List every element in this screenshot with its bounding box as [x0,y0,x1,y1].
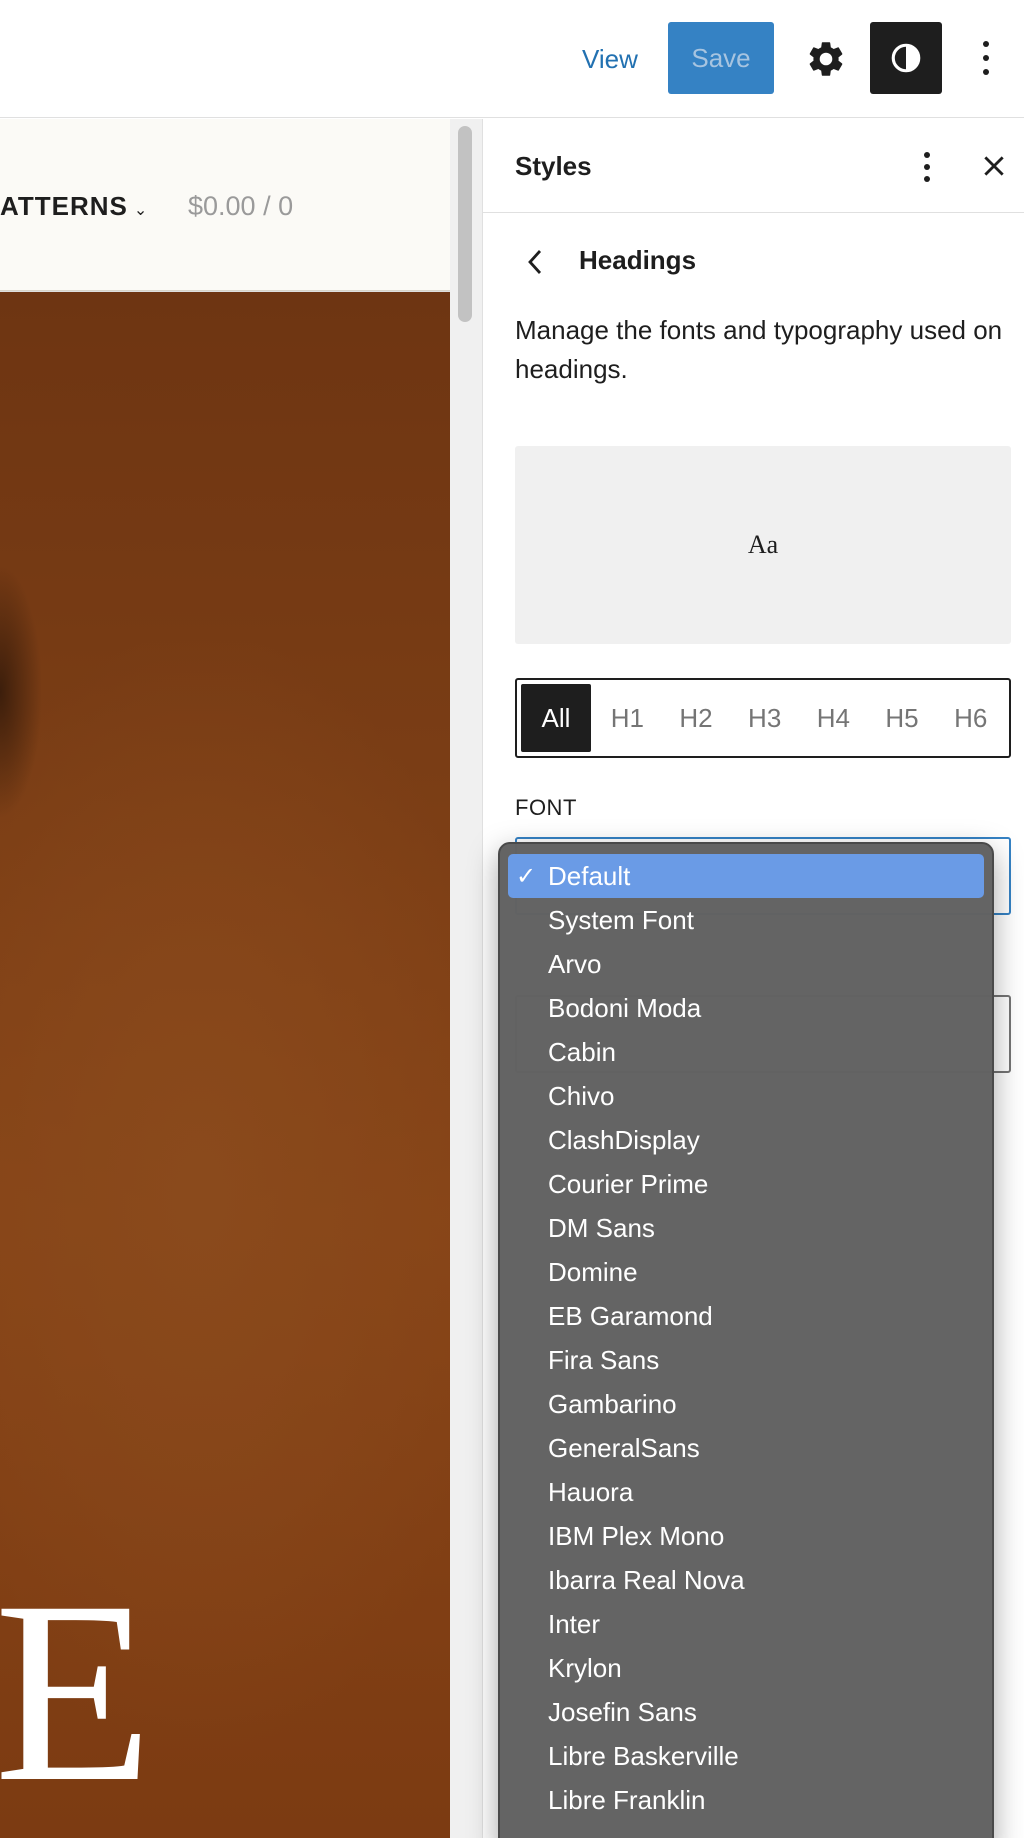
font-option[interactable]: GeneralSans [508,1426,984,1470]
level-all[interactable]: All [521,684,591,752]
hero-heading: E [0,1548,153,1836]
font-dropdown-menu: ✓ Default System Font Arvo Bodoni Moda Ca… [498,842,994,1838]
font-option[interactable]: EB Garamond [508,1294,984,1338]
font-option[interactable]: Josefin Sans [508,1690,984,1734]
font-option[interactable]: Domine [508,1250,984,1294]
level-h5[interactable]: H5 [868,684,937,752]
font-option[interactable]: Fira Sans [508,1338,984,1382]
editor-canvas[interactable]: ATTERNS ⌄ $0.00 / 0 E [0,119,450,1838]
font-option[interactable]: IBM Plex Mono [508,1514,984,1558]
option-label: Default [548,860,631,891]
sidebar-header: Styles [483,119,1024,213]
contrast-icon [891,43,921,73]
font-option[interactable]: Courier Prime [508,1162,984,1206]
font-label: FONT [515,795,577,820]
level-h3[interactable]: H3 [730,684,799,752]
nav-item-patterns[interactable]: ATTERNS ⌄ [0,191,148,222]
more-vertical-icon[interactable] [980,36,992,80]
font-option[interactable]: Hauora [508,1470,984,1514]
hero-image: E [0,292,450,1838]
level-h2[interactable]: H2 [662,684,731,752]
font-option[interactable]: DM Sans [508,1206,984,1250]
font-option[interactable]: Gambarino [508,1382,984,1426]
font-option[interactable]: Ibarra Real Nova [508,1558,984,1602]
styles-toggle-button[interactable] [870,22,942,94]
level-h4[interactable]: H4 [799,684,868,752]
site-header: ATTERNS ⌄ $0.00 / 0 [0,119,450,291]
level-h1[interactable]: H1 [593,684,662,752]
font-option[interactable]: Inter [508,1602,984,1646]
chevron-down-icon: ⌄ [133,202,149,219]
font-option[interactable]: Chivo [508,1074,984,1118]
sidebar-title: Styles [515,151,592,181]
font-option[interactable]: ClashDisplay [508,1118,984,1162]
font-option[interactable]: Libre Franklin [508,1778,984,1822]
check-icon: ✓ [516,863,537,890]
chevron-left-icon[interactable] [523,247,547,277]
heading-level-toggle: All H1 H2 H3 H4 H5 H6 [515,678,1011,758]
level-h6[interactable]: H6 [936,684,1005,752]
font-option[interactable]: Cabin [508,1030,984,1074]
editor-top-bar: View Save [0,0,1024,118]
scrollbar-thumb[interactable] [458,126,472,322]
canvas-scrollbar[interactable] [450,119,482,1838]
font-option[interactable]: ✓ Default [508,854,984,898]
close-icon[interactable] [981,153,1007,179]
more-vertical-icon[interactable] [921,149,933,185]
font-option[interactable]: Krylon [508,1646,984,1690]
font-option[interactable]: Libre Baskerville [508,1734,984,1778]
font-option[interactable]: Arvo [508,942,984,986]
font-option[interactable]: System Font [508,898,984,942]
typography-preview: Aa [515,446,1011,644]
font-option[interactable]: Bodoni Moda [508,986,984,1030]
nav-item-label: ATTERNS [0,191,128,221]
gear-icon[interactable] [805,38,847,80]
cart-summary[interactable]: $0.00 / 0 [188,191,293,222]
section-description: Manage the fonts and typography used on … [515,315,1003,384]
view-link[interactable]: View [582,44,638,75]
save-button[interactable]: Save [668,22,774,94]
section-title: Headings [579,245,697,275]
